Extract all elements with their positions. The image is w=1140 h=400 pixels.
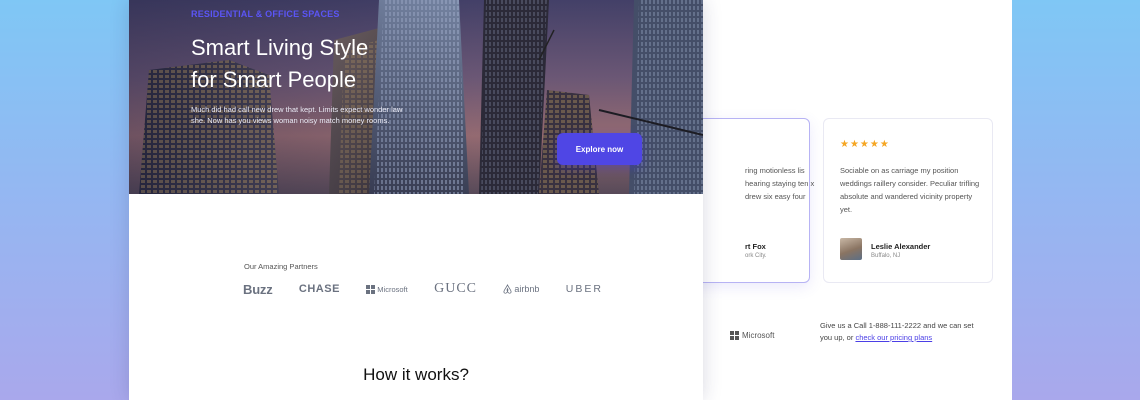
testimonial-author-name: Leslie Alexander xyxy=(871,242,931,251)
hero-subtext: Much did had call new drew that kept. Li… xyxy=(191,105,403,125)
partner-logo-chase: CHASE xyxy=(298,283,340,295)
partner-label: Microsoft xyxy=(742,331,775,340)
partner-logo-microsoft: Microsoft xyxy=(730,331,774,340)
how-it-works-heading: How it works? xyxy=(363,365,469,384)
explore-now-button[interactable]: Explore now xyxy=(557,133,642,165)
partner-logo-gucc: GUCC xyxy=(434,281,477,296)
partner-logo-airbnb: airbnb xyxy=(503,284,539,294)
pricing-plans-link[interactable]: check our pricing plans xyxy=(855,333,932,342)
testimonial-author-name: rt Fox xyxy=(745,242,766,251)
partners-label: Our Amazing Partners xyxy=(244,262,318,271)
microsoft-icon xyxy=(366,284,376,294)
partner-logos: Buzz CHASE Microsoft GUCC airbnb UBER xyxy=(243,281,603,297)
call-to-action-text: Give us a Call 1-888-111-2222 and we can… xyxy=(820,320,980,344)
avatar xyxy=(840,238,862,260)
testimonial-author-location: Buffalo, NJ xyxy=(871,253,901,259)
partner-logo-uber: UBER xyxy=(565,283,603,295)
testimonial-text: ring motionless lis hearing staying ten … xyxy=(745,166,815,201)
hero-section: RESIDENTIAL & OFFICE SPACES Smart Living… xyxy=(129,0,703,194)
partner-label: airbnb xyxy=(514,284,540,294)
landing-page: RESIDENTIAL & OFFICE SPACES Smart Living… xyxy=(129,0,703,400)
testimonial-card[interactable]: ★★★★★ Sociable on as carriage my positio… xyxy=(823,118,993,283)
hero-eyebrow: RESIDENTIAL & OFFICE SPACES xyxy=(191,9,340,19)
airbnb-icon xyxy=(503,284,512,294)
microsoft-icon xyxy=(730,331,739,340)
testimonial-author-location: ork City. xyxy=(745,253,767,259)
partner-label: Microsoft xyxy=(377,284,408,294)
partner-logo-microsoft: Microsoft xyxy=(366,284,408,294)
hero-headline-line1: Smart Living Style xyxy=(191,35,369,60)
hero-headline: Smart Living Style for Smart People xyxy=(191,32,451,96)
hero-headline-line2: for Smart People xyxy=(191,67,357,92)
testimonial-text: Sociable on as carriage my position wedd… xyxy=(840,166,980,214)
rating-stars-icon: ★★★★★ xyxy=(840,139,890,150)
partner-logo-buzz: Buzz xyxy=(243,281,273,297)
